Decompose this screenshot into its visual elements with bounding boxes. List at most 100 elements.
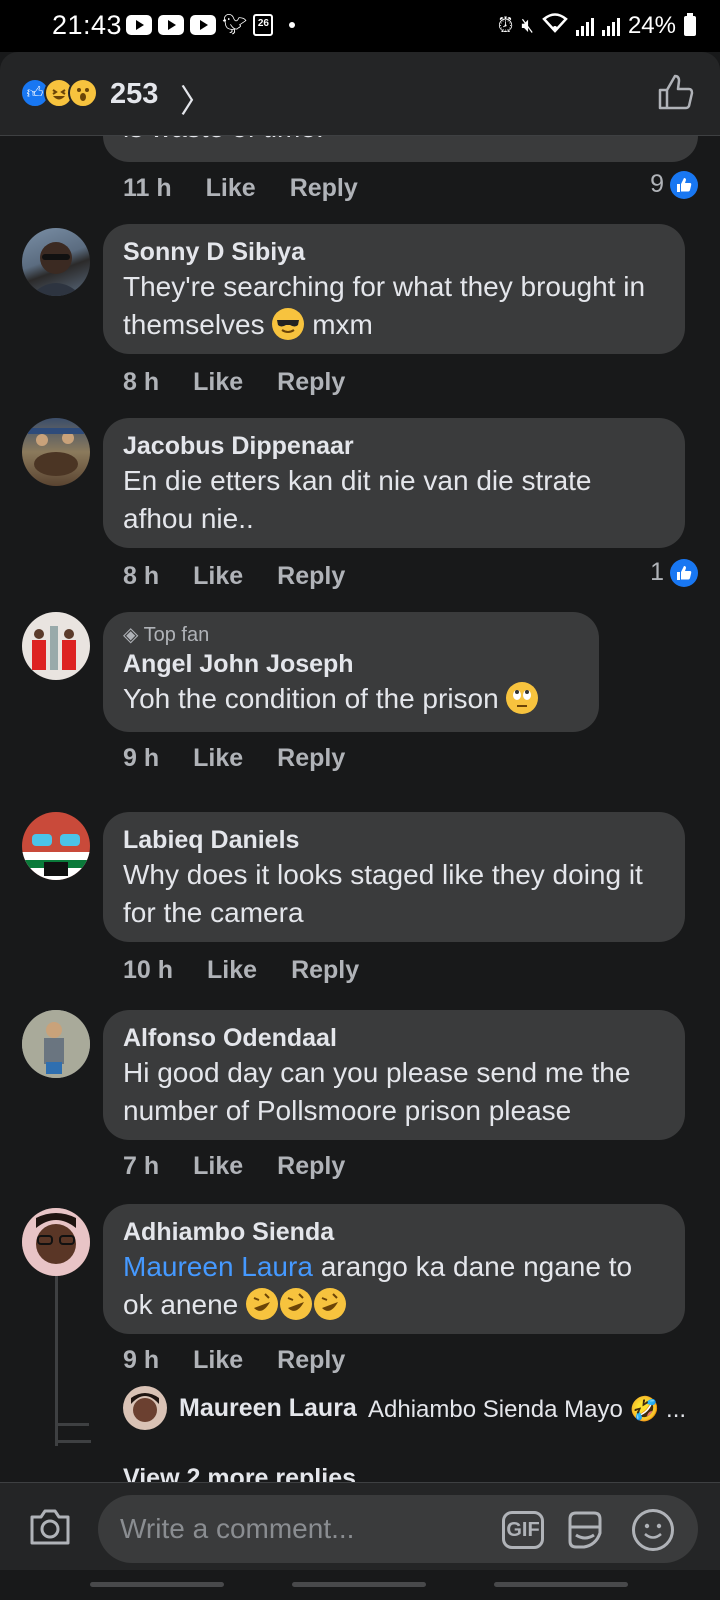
comment-text-main: They're searching for what they brought … [123, 271, 646, 340]
like-link[interactable]: Like [206, 174, 256, 203]
avatar[interactable] [22, 418, 90, 486]
more-notifications-dot [289, 22, 296, 28]
reaction-count[interactable]: 253 [110, 78, 158, 111]
comment-time[interactable]: 10 h [123, 956, 173, 985]
comment-time[interactable]: 9 h [123, 1346, 159, 1375]
chevron-right-icon[interactable]: 〉 [180, 76, 212, 122]
avatar[interactable] [22, 612, 90, 680]
sunglasses-emoji [272, 308, 305, 340]
like-link[interactable]: Like [193, 1346, 243, 1375]
recents-indicator[interactable] [90, 1582, 224, 1587]
reply-link[interactable]: Reply [277, 1346, 345, 1375]
comment-bubble[interactable]: Sonny D Sibiya They're searching for wha… [103, 224, 685, 354]
diamond-icon: ◈ [123, 624, 139, 646]
comment-actions: 10 h Like Reply [123, 956, 359, 985]
comment-text: Yoh the condition of the prison [123, 680, 579, 718]
like-link[interactable]: Like [193, 368, 243, 397]
comment-actions: 8 h Like Reply [123, 368, 345, 397]
mention-link[interactable]: Maureen Laura [123, 1251, 313, 1282]
comment-bubble[interactable]: Labieq Daniels Why does it looks staged … [103, 812, 685, 942]
comment-input[interactable]: Write a comment... GIF [98, 1495, 698, 1563]
comment-like-count[interactable]: 1 [650, 558, 698, 587]
comment-author[interactable]: Sonny D Sibiya [123, 236, 665, 268]
comment-like-count[interactable]: 9 [650, 170, 698, 199]
reply-link[interactable]: Reply [277, 368, 345, 397]
comment-actions: 7 h Like Reply [123, 1152, 345, 1181]
avatar[interactable] [22, 228, 90, 296]
reply-preview[interactable]: Maureen Laura Adhiambo Sienda Mayo 🤣 ... [123, 1386, 703, 1446]
like-icon [670, 170, 698, 199]
comment-text: En die etters kan dit nie van die strate… [123, 465, 592, 534]
reaction-icons[interactable]: 👍︎ [20, 78, 98, 108]
comment-actions: 8 h Like Reply [123, 562, 345, 591]
system-nav-bar [0, 1570, 720, 1600]
comment-bubble[interactable]: Jacobus Dippenaar En die etters kan dit … [103, 418, 685, 548]
like-link[interactable]: Like [193, 1152, 243, 1181]
twitter-icon: 🐦︎ [222, 14, 248, 36]
comment-bubble[interactable]: Adhiambo Sienda Maureen Laura arango ka … [103, 1204, 685, 1334]
comment-text-main: Yoh the condition of the prison [123, 683, 499, 714]
reply-link[interactable]: Reply [277, 562, 345, 591]
eye-roll-emoji [506, 682, 539, 714]
comment-text: Why does it looks staged like they doing… [123, 859, 643, 928]
comment-author[interactable]: Angel John Joseph [123, 648, 579, 680]
avatar[interactable] [22, 1208, 90, 1276]
like-link[interactable]: Like [207, 956, 257, 985]
like-link[interactable]: Like [193, 562, 243, 591]
comment-text: Hi good day can you please send me the n… [123, 1057, 631, 1126]
comment-composer: Write a comment... GIF [0, 1482, 720, 1570]
reply-link[interactable]: Reply [291, 956, 359, 985]
mute-icon: 🔇︎ [521, 14, 534, 37]
camera-icon[interactable] [28, 1507, 72, 1547]
comment-author[interactable]: Alfonso Odendaal [123, 1022, 665, 1054]
comment-bubble[interactable]: ◈ Top fan Angel John Joseph Yoh the cond… [103, 612, 599, 732]
like-post-button[interactable] [656, 72, 696, 112]
avatar[interactable] [123, 1386, 167, 1430]
comments-list[interactable]: is waste of time. 11 h Like Reply 9 Sonn… [0, 136, 720, 1482]
comment-bubble[interactable]: Alfonso Odendaal Hi good day can you ple… [103, 1010, 685, 1140]
rofl-emoji [280, 1288, 312, 1320]
emoji-icon[interactable] [632, 1509, 674, 1551]
youtube-icon [190, 15, 216, 35]
comment-time[interactable]: 9 h [123, 744, 159, 773]
comment-text: is waste of time. [123, 136, 324, 144]
reply-text: Adhiambo Sienda Mayo 🤣 ... [368, 1396, 687, 1423]
like-icon [670, 558, 698, 587]
back-indicator[interactable] [494, 1582, 628, 1587]
avatar[interactable] [22, 812, 90, 880]
view-more-replies[interactable]: View 2 more replies [123, 1464, 356, 1482]
comment-text-tail: mxm [312, 309, 373, 340]
comment-time[interactable]: 7 h [123, 1152, 159, 1181]
youtube-icon [158, 15, 184, 35]
status-time: 21:43 [52, 10, 123, 40]
comment-author[interactable]: Labieq Daniels [123, 824, 665, 856]
alarm-icon: ⏰︎ [497, 14, 514, 37]
wifi-icon [542, 13, 568, 39]
like-link[interactable]: Like [193, 744, 243, 773]
comment-time[interactable]: 8 h [123, 562, 159, 591]
sticker-icon[interactable] [564, 1509, 606, 1551]
status-bar: 21:43 🐦︎ 26 ⏰︎ 🔇︎ 24% [0, 0, 720, 52]
reply-link[interactable]: Reply [290, 174, 358, 203]
comment-author[interactable]: Jacobus Dippenaar [123, 430, 665, 462]
like-count-number: 1 [650, 558, 664, 586]
comment-input-placeholder[interactable]: Write a comment... [120, 1513, 354, 1545]
comment-time[interactable]: 8 h [123, 368, 159, 397]
avatar[interactable] [22, 1010, 90, 1078]
thread-branch [55, 1423, 89, 1426]
rofl-emoji [246, 1288, 278, 1320]
gif-button[interactable]: GIF [502, 1511, 544, 1549]
comment-time[interactable]: 11 h [123, 174, 172, 203]
thread-branch [55, 1440, 91, 1443]
comment-actions: 9 h Like Reply [123, 1346, 345, 1375]
rofl-emoji [314, 1288, 346, 1320]
reply-link[interactable]: Reply [277, 1152, 345, 1181]
reply-author[interactable]: Maureen Laura [179, 1394, 357, 1423]
calendar-icon: 26 [253, 14, 274, 36]
comment-text: They're searching for what they brought … [123, 268, 665, 344]
youtube-icon [126, 15, 152, 35]
home-indicator[interactable] [292, 1582, 426, 1587]
reply-link[interactable]: Reply [277, 744, 345, 773]
comment-actions: 11 h Like Reply [123, 174, 358, 203]
comment-author[interactable]: Adhiambo Sienda [123, 1216, 665, 1248]
